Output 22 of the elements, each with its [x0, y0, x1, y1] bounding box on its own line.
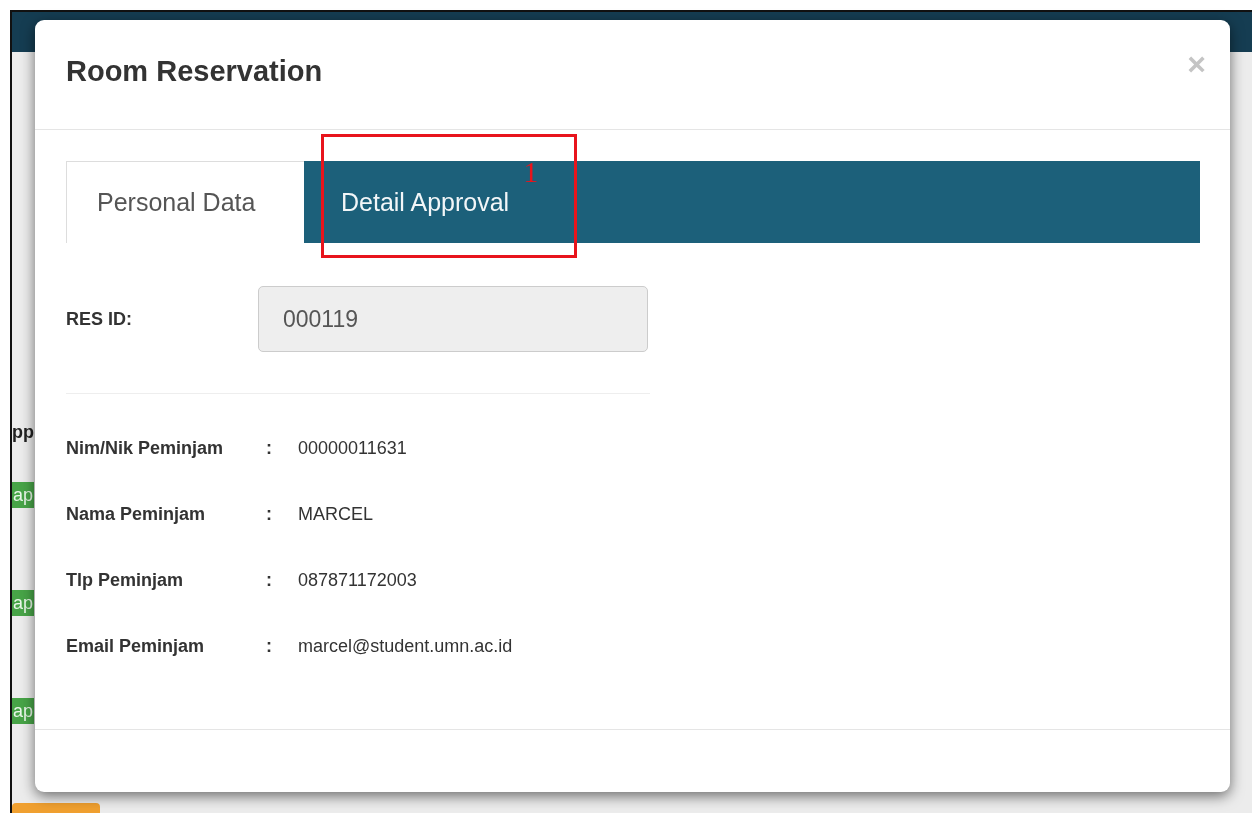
status-badge: ap	[12, 698, 35, 724]
detail-value: 087871172003	[298, 569, 417, 591]
detail-label: Email Peminjam	[66, 635, 206, 657]
tab[interactable]: Personal Data	[66, 161, 304, 243]
detail-label: Tlp Peminjam	[66, 569, 185, 591]
field-label: RES ID:	[66, 308, 133, 330]
modal-title: Room Reservation	[66, 55, 323, 88]
annotation-number: 1	[523, 155, 539, 189]
detail-value: marcel@student.umn.ac.id	[298, 635, 513, 657]
detail-label: Nama Peminjam	[66, 503, 207, 525]
detail-label: Nim/Nik Peminjam	[66, 437, 225, 459]
separator: :	[266, 437, 273, 459]
status-badge: ap	[12, 482, 35, 508]
action-button[interactable]	[12, 803, 100, 813]
res-id-field[interactable]: 000119	[258, 286, 648, 352]
header-text: pp	[12, 421, 34, 444]
separator: :	[266, 503, 273, 525]
detail-value: MARCEL	[298, 503, 373, 525]
separator: :	[266, 569, 273, 591]
separator: :	[266, 635, 273, 657]
detail-value: 00000011631	[298, 437, 407, 459]
status-badge: ap	[12, 590, 35, 616]
